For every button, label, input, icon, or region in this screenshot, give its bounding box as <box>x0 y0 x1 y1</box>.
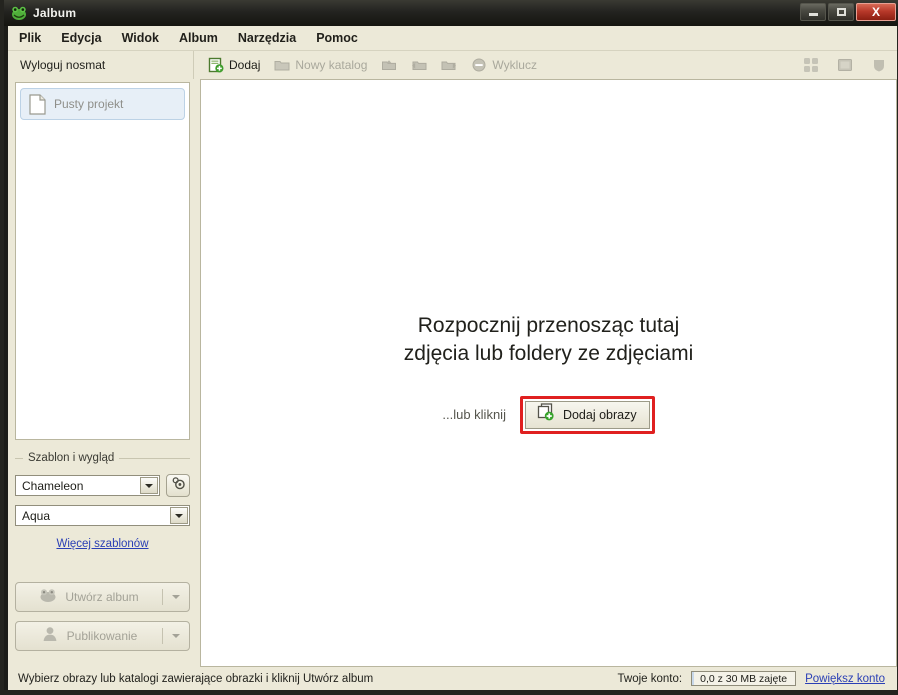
publish-dropdown[interactable] <box>163 634 189 638</box>
exclude-icon <box>471 57 487 73</box>
window-title: Jalbum <box>33 6 77 20</box>
more-templates-row: Więcej szablonów <box>15 534 190 552</box>
title-bar: Jalbum X <box>4 0 898 26</box>
add-button[interactable]: Dodaj <box>202 55 266 75</box>
template-group-title: Szablon i wygląd <box>28 452 115 464</box>
menu-bar: Plik Edycja Widok Album Narzędzia Pomoc <box>8 26 897 51</box>
menu-narzedzia[interactable]: Narzędzia <box>229 28 305 48</box>
style-row: Aqua <box>15 505 190 526</box>
content-area: Pusty projekt Szablon i wygląd Chameleon <box>8 79 897 667</box>
skin-select[interactable]: Chameleon <box>15 475 160 496</box>
document-icon <box>29 93 46 115</box>
group-rule-right <box>119 457 190 459</box>
quota-text: 0,0 z 30 MB zajęte <box>700 672 788 685</box>
publish-main[interactable]: Publikowanie <box>16 626 162 647</box>
menu-plik[interactable]: Plik <box>10 28 50 48</box>
arrow-down-glyph <box>175 513 183 518</box>
window-controls: X <box>800 3 896 21</box>
publish-icon <box>41 626 59 647</box>
more-templates-link[interactable]: Więcej szablonów <box>56 538 148 550</box>
project-item-label: Pusty projekt <box>54 97 124 111</box>
project-list-panel[interactable]: Pusty projekt <box>15 82 190 440</box>
status-bar: Wybierz obrazy lub katalogi zawierające … <box>8 667 897 690</box>
template-settings-button[interactable] <box>166 474 190 497</box>
folder-up-button[interactable] <box>375 55 403 75</box>
minimize-button[interactable] <box>800 3 826 21</box>
menu-edycja[interactable]: Edycja <box>52 28 110 48</box>
dropzone-line-2: zdjęcia lub foldery ze zdjęciami <box>403 342 694 365</box>
application-window: Jalbum X Plik Edycja Widok Album Narzędz… <box>0 0 898 695</box>
folder-up-icon <box>381 57 397 73</box>
add-images-label: Dodaj obrazy <box>562 407 637 422</box>
toolbar-actions: Dodaj Nowy katalog Wyklucz <box>193 51 897 79</box>
new-folder-label: Nowy katalog <box>295 58 368 72</box>
skin-row: Chameleon <box>15 474 190 497</box>
publish-label: Publikowanie <box>66 629 138 643</box>
maximize-icon <box>836 8 846 16</box>
menu-album[interactable]: Album <box>170 28 227 48</box>
new-folder-button[interactable]: Nowy katalog <box>268 55 373 75</box>
toolbar-account-section: Wyloguj nosmat <box>8 51 193 79</box>
frog-icon <box>11 5 27 21</box>
group-rule-left <box>15 457 23 459</box>
view-mode-group <box>803 51 887 79</box>
dropzone-line-1: Rozpocznij przenosząc tutaj <box>417 314 680 338</box>
exclude-label: Wyklucz <box>492 58 537 72</box>
template-group-header: Szablon i wygląd <box>15 451 190 465</box>
folder-back-icon <box>411 57 427 73</box>
exclude-button[interactable]: Wyklucz <box>465 55 543 75</box>
sidebar: Pusty projekt Szablon i wygląd Chameleon <box>8 79 196 667</box>
sidebar-actions: Utwórz album Publikowanie <box>15 582 190 660</box>
minimize-icon <box>808 13 818 16</box>
create-album-dropdown[interactable] <box>163 595 189 599</box>
status-message: Wybierz obrazy lub katalogi zawierające … <box>18 672 374 685</box>
chevron-down-icon[interactable] <box>170 507 188 524</box>
gear-icon <box>171 476 186 496</box>
skin-select-value: Chameleon <box>22 478 84 493</box>
style-select[interactable]: Aqua <box>15 505 190 526</box>
folder-back-button[interactable] <box>405 55 433 75</box>
add-images-button[interactable]: Dodaj obrazy <box>524 400 650 429</box>
status-account-section: Twoje konto: 0,0 z 30 MB zajęte Powiększ… <box>618 671 885 686</box>
publish-button[interactable]: Publikowanie <box>15 621 190 651</box>
frog-icon <box>39 587 57 608</box>
add-button-label: Dodaj <box>229 58 261 72</box>
toolbar: Wyloguj nosmat Dodaj Nowy katalog Wykluc… <box>8 51 897 79</box>
add-images-icon <box>535 403 555 426</box>
logout-link[interactable]: Wyloguj nosmat <box>8 58 105 72</box>
upgrade-account-link[interactable]: Powiększ konto <box>805 673 885 685</box>
create-album-label: Utwórz album <box>65 590 139 604</box>
project-list-item[interactable]: Pusty projekt <box>20 88 185 120</box>
grid-view-icon[interactable] <box>803 57 819 73</box>
drop-zone[interactable]: Rozpocznij przenosząc tutaj zdjęcia lub … <box>201 80 896 666</box>
close-button[interactable]: X <box>856 3 896 21</box>
add-images-highlight: Dodaj obrazy <box>519 395 655 434</box>
account-label: Twoje konto: <box>617 672 683 685</box>
main-panel: Rozpocznij przenosząc tutaj zdjęcia lub … <box>200 79 897 667</box>
arrow-down-glyph <box>145 483 153 488</box>
chevron-down-icon <box>172 595 180 599</box>
template-group: Szablon i wygląd Chameleon Aqua Więcej s… <box>15 451 190 561</box>
add-icon <box>208 57 224 73</box>
chevron-down-icon <box>172 634 180 638</box>
menu-pomoc[interactable]: Pomoc <box>307 28 367 48</box>
quota-bar: 0,0 z 30 MB zajęte <box>691 671 797 686</box>
maximize-button[interactable] <box>828 3 854 21</box>
dropzone-action-row: ...lub kliknij Dodaj obrazy <box>442 395 655 434</box>
folder-forward-button[interactable] <box>435 55 463 75</box>
style-select-value: Aqua <box>22 508 51 523</box>
create-album-main[interactable]: Utwórz album <box>16 587 162 608</box>
chevron-down-icon[interactable] <box>140 477 158 494</box>
create-album-button[interactable]: Utwórz album <box>15 582 190 612</box>
dropzone-click-text: ...lub kliknij <box>442 407 506 423</box>
menu-widok[interactable]: Widok <box>113 28 168 48</box>
new-folder-icon <box>274 57 290 73</box>
single-view-icon[interactable] <box>837 57 853 73</box>
quota-fill <box>692 672 695 685</box>
close-icon: X <box>871 5 880 19</box>
folder-forward-icon <box>441 57 457 73</box>
folder-view-icon[interactable] <box>871 57 887 73</box>
